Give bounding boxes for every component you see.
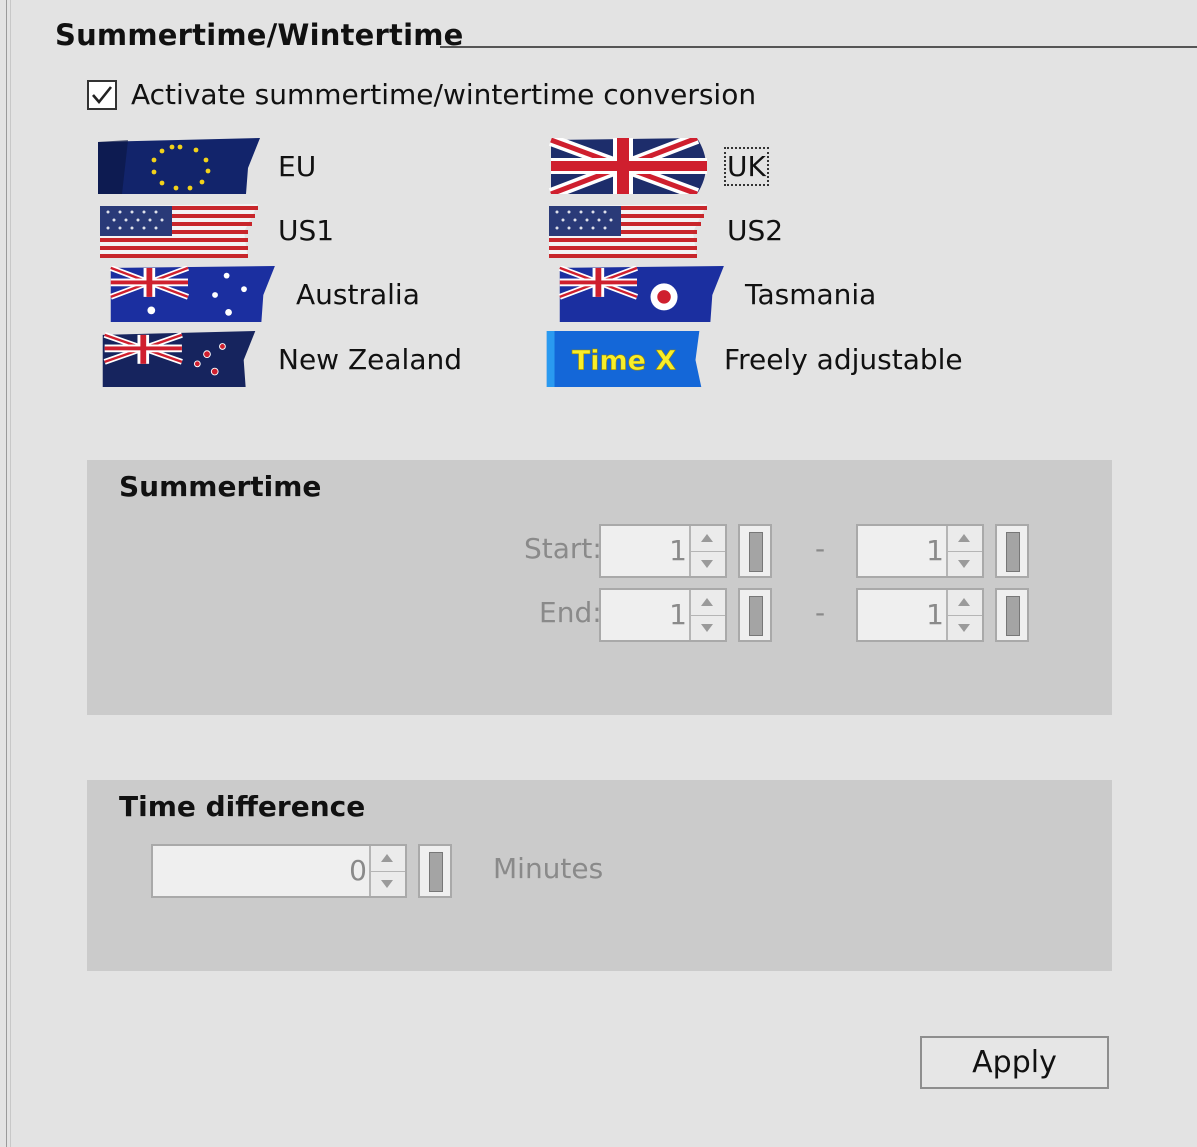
slider-thumb[interactable] [1006, 596, 1020, 636]
end-label: End: [539, 596, 602, 629]
arrow-down-icon [701, 624, 713, 632]
eu-flag-icon [98, 138, 260, 194]
start-value-2-stepper[interactable]: 1 [856, 524, 984, 578]
window-border [6, 0, 7, 1147]
end-value-2-slider[interactable] [995, 588, 1029, 642]
arrow-down-icon [958, 560, 970, 568]
region-label: Tasmania [745, 277, 877, 311]
australia-flag-icon [109, 266, 275, 322]
activate-conversion-row[interactable]: Activate summertime/wintertime conversio… [87, 78, 756, 111]
region-label: UK [724, 146, 769, 186]
arrow-down-icon [701, 560, 713, 568]
apply-button[interactable]: Apply [920, 1036, 1109, 1089]
stepper-value: 0 [349, 854, 367, 887]
stepper-value: 1 [926, 534, 944, 567]
end-value-2-stepper[interactable]: 1 [856, 588, 984, 642]
region-us2[interactable]: US2 [547, 202, 783, 258]
region-label: EU [278, 149, 317, 183]
region-label: New Zealand [278, 342, 462, 376]
time-difference-group: Time difference 0 Minutes [87, 780, 1112, 971]
stepper-down-button[interactable] [691, 616, 725, 641]
region-label: US2 [727, 213, 784, 247]
start-separator: - [815, 532, 826, 565]
us-flag-icon [549, 204, 707, 258]
start-value-1-slider[interactable] [738, 524, 772, 578]
region-label: Australia [296, 277, 420, 311]
uk-flag-icon [548, 138, 707, 194]
slider-thumb[interactable] [429, 852, 443, 892]
stepper-down-button[interactable] [948, 616, 982, 641]
stepper-value: 1 [926, 598, 944, 631]
arrow-up-icon [958, 598, 970, 606]
new-zealand-flag-icon [102, 331, 256, 387]
start-value-1-stepper[interactable]: 1 [599, 524, 727, 578]
time-difference-stepper[interactable]: 0 [151, 844, 407, 898]
time-difference-title: Time difference [119, 790, 366, 823]
minutes-unit-label: Minutes [493, 852, 604, 885]
stepper-value: 1 [669, 534, 687, 567]
slider-thumb[interactable] [1006, 532, 1020, 572]
slider-thumb[interactable] [749, 596, 763, 636]
end-separator: - [815, 596, 826, 629]
region-australia[interactable]: Australia [98, 266, 420, 322]
stepper-down-button[interactable] [691, 552, 725, 577]
arrow-up-icon [381, 854, 393, 862]
arrow-down-icon [958, 624, 970, 632]
stepper-down-button[interactable] [948, 552, 982, 577]
stepper-buttons [946, 590, 982, 640]
time-difference-slider[interactable] [418, 844, 452, 898]
time-x-icon-text: Time X [572, 346, 677, 377]
section-divider [440, 46, 1197, 48]
activate-conversion-label: Activate summertime/wintertime conversio… [131, 78, 757, 111]
region-uk[interactable]: UK [547, 138, 769, 194]
stepper-up-button[interactable] [691, 526, 725, 552]
region-label: US1 [278, 213, 335, 247]
activate-conversion-checkbox[interactable] [87, 79, 117, 110]
region-freely-adjustable[interactable]: Time X Freely adjustable [544, 331, 963, 387]
slider-thumb[interactable] [749, 532, 763, 572]
stepper-buttons [689, 590, 725, 640]
section-title: Summertime/Wintertime [55, 18, 464, 52]
start-value-2-slider[interactable] [995, 524, 1029, 578]
stepper-down-button[interactable] [371, 872, 405, 897]
arrow-up-icon [701, 598, 713, 606]
region-tasmania[interactable]: Tasmania [547, 266, 876, 322]
stepper-value: 1 [669, 598, 687, 631]
stepper-up-button[interactable] [948, 526, 982, 552]
region-label: Freely adjustable [724, 342, 963, 376]
region-us1[interactable]: US1 [98, 202, 334, 258]
arrow-up-icon [958, 534, 970, 542]
summertime-title: Summertime [119, 470, 322, 503]
stepper-up-button[interactable] [691, 590, 725, 616]
us-flag-icon [100, 204, 258, 258]
tasmania-flag-icon [558, 266, 724, 322]
end-value-1-slider[interactable] [738, 588, 772, 642]
arrow-down-icon [381, 880, 393, 888]
start-label: Start: [524, 532, 602, 565]
time-x-icon: Time X [546, 331, 702, 387]
stepper-buttons [689, 526, 725, 576]
summertime-group: Summertime Start: 1 - 1 End: 1 - 1 [87, 460, 1112, 715]
stepper-buttons [946, 526, 982, 576]
arrow-up-icon [701, 534, 713, 542]
region-new-zealand[interactable]: New Zealand [98, 331, 462, 387]
stepper-up-button[interactable] [948, 590, 982, 616]
stepper-buttons [369, 846, 405, 896]
region-eu[interactable]: EU [98, 138, 316, 194]
window-border-inner [10, 0, 11, 1147]
end-value-1-stepper[interactable]: 1 [599, 588, 727, 642]
checkmark-icon [92, 85, 113, 104]
stepper-up-button[interactable] [371, 846, 405, 872]
